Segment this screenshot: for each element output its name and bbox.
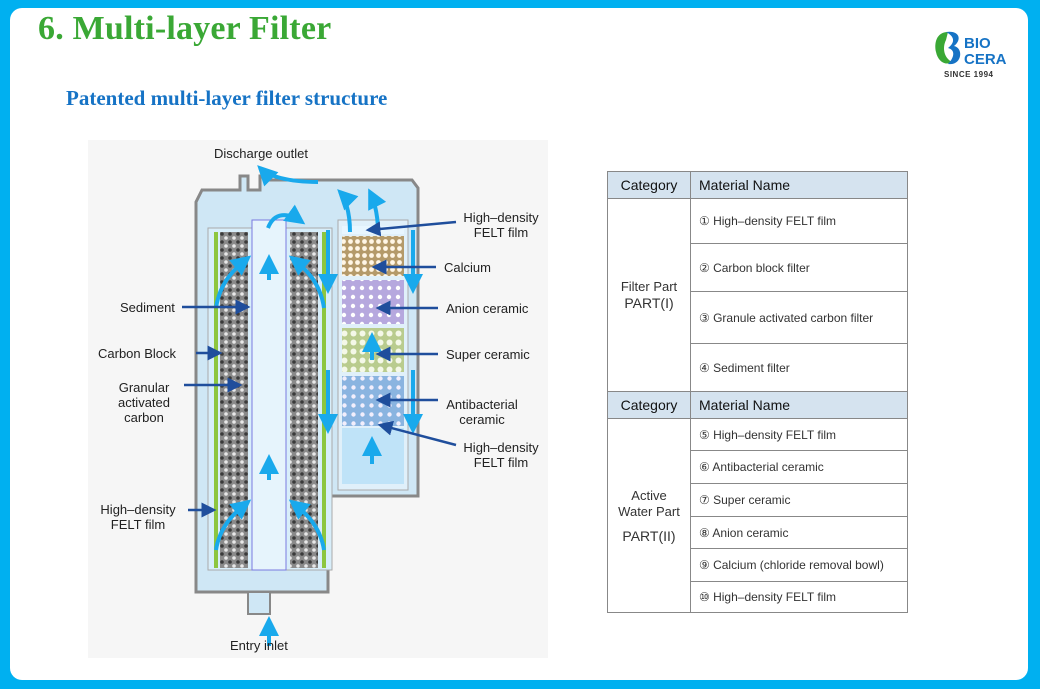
slide-title: 6. Multi-layer Filter: [38, 10, 332, 47]
label-sediment: Sediment: [120, 300, 175, 315]
material-item: ⑨ Calcium (chloride removal bowl): [690, 548, 908, 582]
material-item: ⑩ High–density FELT film: [690, 581, 908, 613]
category-part: PART(II): [622, 527, 676, 544]
material-item: ⑥ Antibacterial ceramic: [690, 450, 908, 484]
table-header-row: Category Material Name: [607, 391, 908, 419]
header-material: Material Name: [690, 171, 908, 199]
header-material: Material Name: [690, 391, 908, 419]
table-row: Filter Part PART(I) ① High–density FELT …: [607, 198, 908, 392]
label-antibacterial-ceramic: Antibacterial ceramic: [446, 397, 518, 427]
material-item: ② Carbon block filter: [690, 243, 908, 292]
biocera-logo: BIO CERA SINCE 1994: [930, 28, 1010, 80]
biocera-logo-mark-icon: BIO CERA: [935, 31, 1007, 68]
material-item: ① High–density FELT film: [690, 198, 908, 244]
category-name: Active Water Part: [618, 487, 680, 519]
category-cell: Active Water Part PART(II): [607, 418, 691, 613]
label-felt-left: High–density FELT film: [100, 502, 176, 532]
material-item: ⑤ High–density FELT film: [690, 418, 908, 451]
material-item: ⑦ Super ceramic: [690, 483, 908, 517]
slide-subtitle: Patented multi-layer filter structure: [66, 86, 388, 110]
label-felt-top: High–density FELT film: [463, 210, 539, 240]
label-super-ceramic: Super ceramic: [446, 347, 530, 362]
category-part: PART(I): [624, 295, 674, 311]
material-item: ④ Sediment filter: [690, 343, 908, 392]
category-name: Filter Part: [620, 279, 678, 294]
header-category: Category: [607, 391, 691, 419]
table-row: Active Water Part PART(II) ⑤ High–densit…: [607, 418, 908, 613]
filter-diagram: Discharge outlet Entry inlet Sediment Ca…: [88, 140, 548, 658]
label-anion-ceramic: Anion ceramic: [446, 301, 529, 316]
logo-since: SINCE 1994: [944, 70, 994, 79]
label-calcium: Calcium: [444, 260, 491, 275]
header-category: Category: [607, 171, 691, 199]
label-granular-carbon: Granular activated carbon: [117, 380, 171, 425]
label-discharge-outlet: Discharge outlet: [214, 146, 308, 161]
material-item: ⑧ Anion ceramic: [690, 516, 908, 549]
logo-line2: CERA: [964, 51, 1007, 68]
logo-line1: BIO: [964, 35, 991, 52]
label-carbon-block: Carbon Block: [98, 346, 177, 361]
label-entry-inlet: Entry inlet: [230, 638, 288, 653]
material-item: ③ Granule activated carbon filter: [690, 291, 908, 344]
table-header-row: Category Material Name: [607, 171, 908, 199]
material-table: Category Material Name Filter Part PART(…: [607, 171, 908, 613]
label-felt-bottom: High–density FELT film: [463, 440, 539, 470]
category-cell: Filter Part PART(I): [607, 198, 691, 392]
